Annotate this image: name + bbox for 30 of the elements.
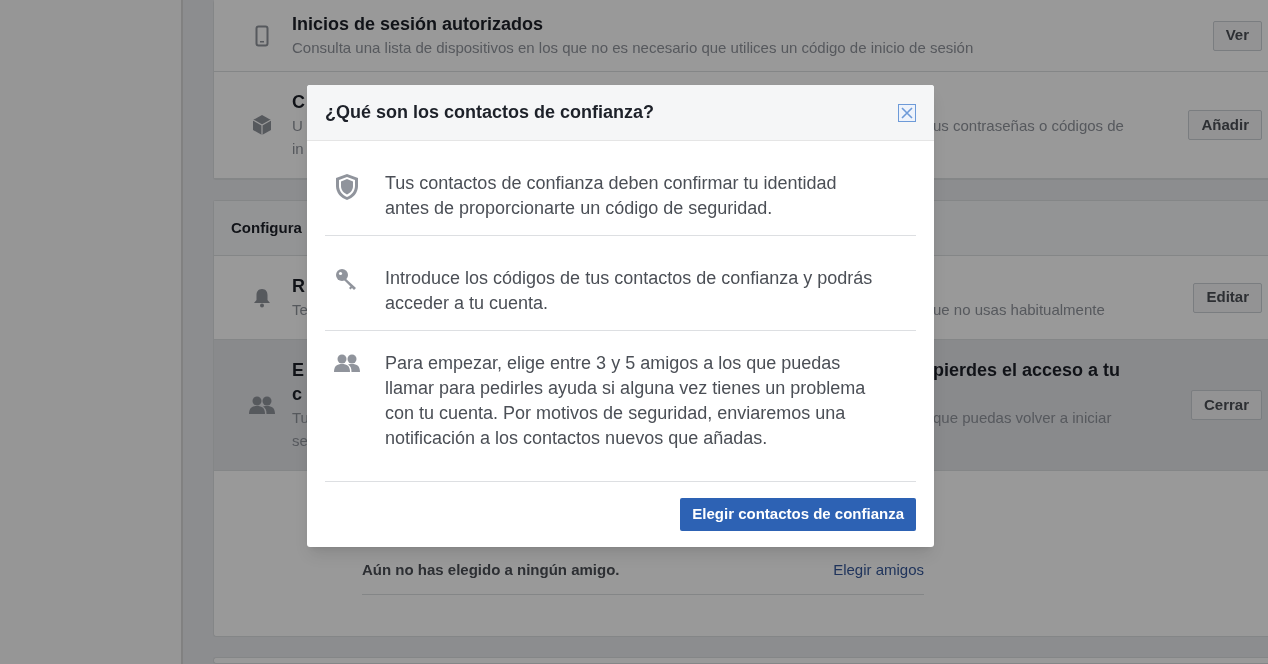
row-description: us contraseñas o códigos de [933,117,1124,134]
row-button[interactable]: Editar [1193,282,1262,313]
row-title: R [292,276,305,296]
choose-contacts-button[interactable]: Elegir contactos de confianza [680,498,916,531]
key-icon [335,268,359,292]
row-button[interactable]: Ver [1212,20,1262,51]
cube-icon [251,114,273,136]
row-description: Consulta una lista de dispositivos en los que no es necesario que utilices un código de inicio de sesión [292,39,974,56]
row-title: Inicios de sesión autorizados [292,14,544,34]
row-title: c [292,384,302,404]
row-description: in [292,140,304,157]
row-description: ue no usas habitualmente [933,301,1105,318]
row-title: E [292,360,304,380]
choose-friends-link[interactable]: Elegir amigos [833,559,924,582]
close-button[interactable] [898,103,916,122]
friends-empty-text: Aún no has elegido a ningún amigo. [362,560,620,580]
row-title: pierdes el acceso a tu [933,360,1121,380]
phone-icon [255,24,269,47]
shield-icon [335,173,359,201]
row-button[interactable]: Añadir [1188,110,1262,140]
people-icon [248,395,276,415]
bell-icon [253,287,271,308]
row-description: Te [292,301,308,318]
row-description: U [292,117,303,134]
row-button[interactable]: Cerrar [1190,390,1262,420]
people-icon [333,353,361,373]
row-title: C [292,92,305,112]
dialog-text: Introduce los códigos de tus contactos de confianza y podrás acceder a tu cuenta. [385,267,874,315]
dialog-title: ¿Qué son los contactos de confianza? [325,101,655,124]
dialog-text: Para empezar, elige entre 3 y 5 amigos a los que puedas llamar para pedirles ayuda si alguna vez tienes un problema con tu cuenta. Por motivos de seguridad, enviaremos una notificación a los contactos nuevos que añadas. [385,352,867,450]
